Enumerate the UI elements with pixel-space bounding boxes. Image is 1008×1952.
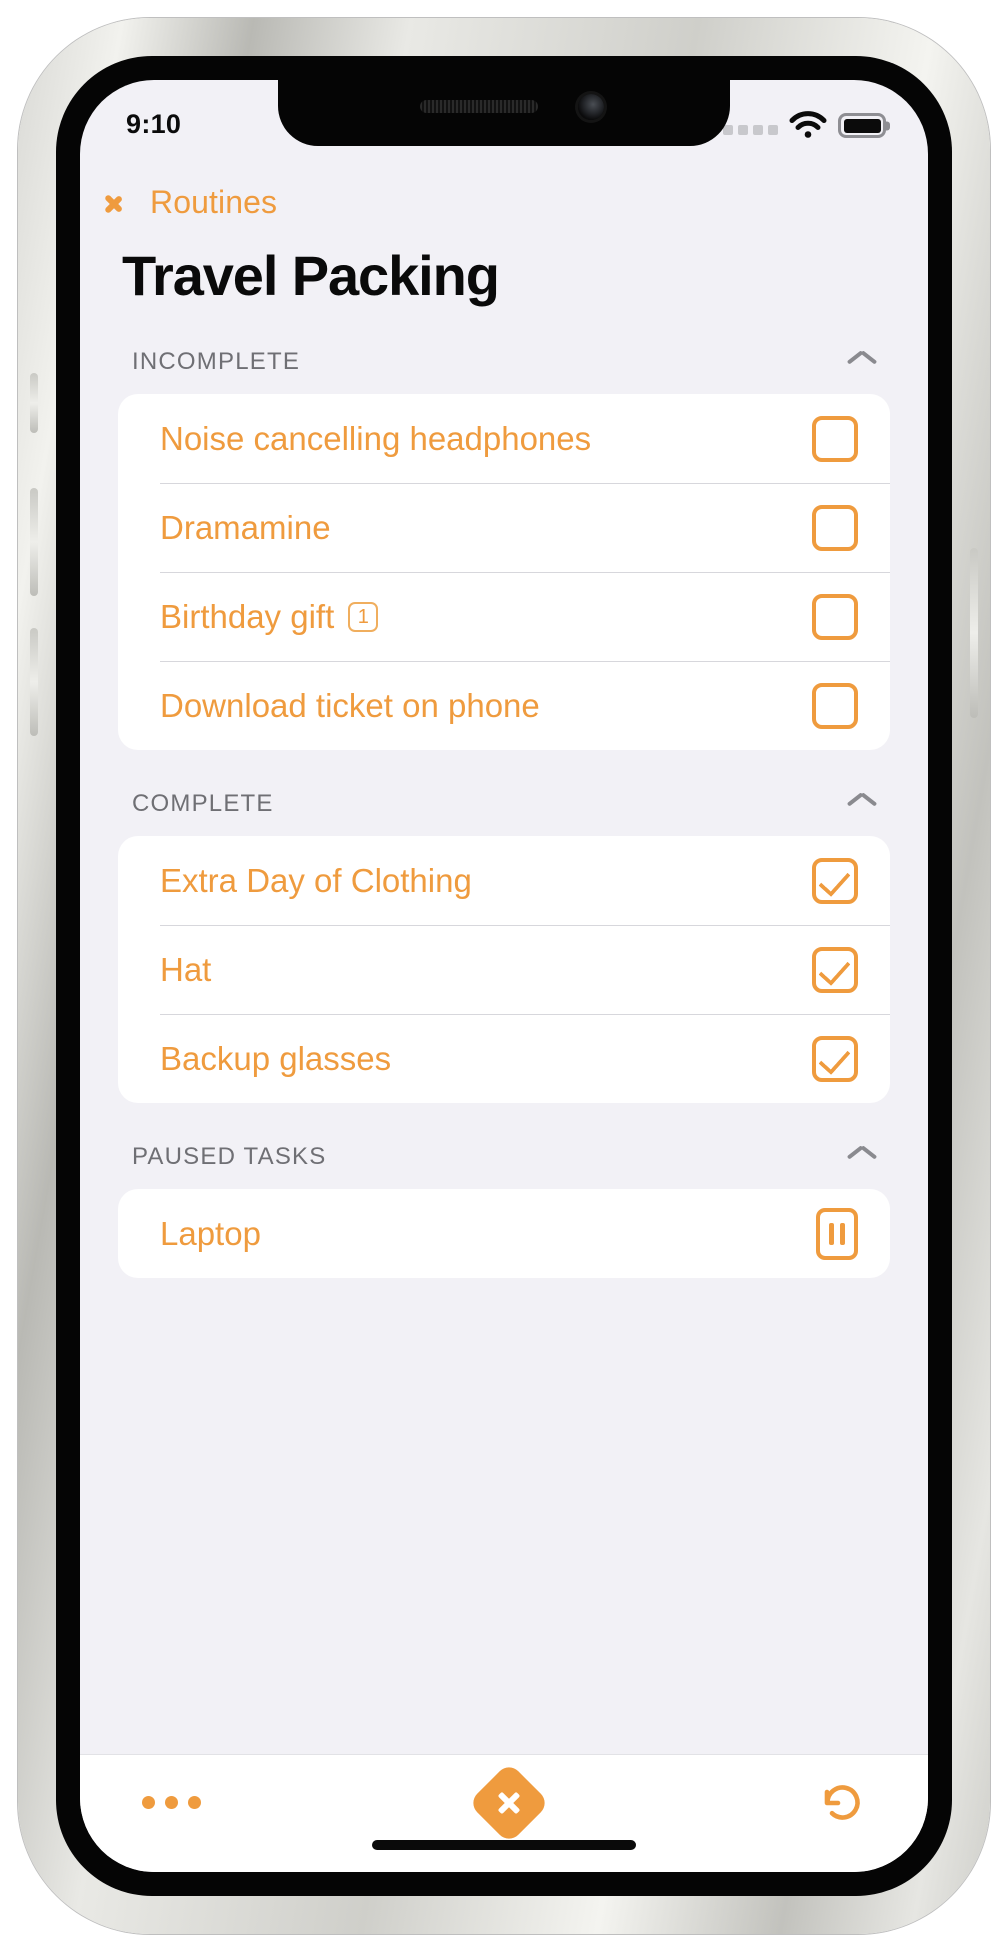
task-checkbox-unchecked[interactable] xyxy=(812,682,858,729)
notch xyxy=(278,80,730,146)
task-checkbox-checked[interactable] xyxy=(812,857,858,904)
mute-switch[interactable] xyxy=(30,373,38,433)
task-card-paused: Laptop xyxy=(118,1189,890,1278)
back-button[interactable]: Routines xyxy=(80,154,928,221)
power-button[interactable] xyxy=(970,548,978,718)
earpiece-speaker-icon xyxy=(420,100,538,113)
front-camera-icon xyxy=(578,94,604,120)
section-header-incomplete[interactable]: INCOMPLETE xyxy=(80,342,928,382)
list-item[interactable]: Extra Day of Clothing xyxy=(118,836,890,925)
section-paused-tasks: PAUSED TASKS Laptop xyxy=(80,1137,928,1278)
section-title: COMPLETE xyxy=(132,790,274,817)
wifi-icon xyxy=(789,111,827,138)
task-card-complete: Extra Day of Clothing Hat Backup glasses xyxy=(118,836,890,1103)
section-header-complete[interactable]: COMPLETE xyxy=(80,784,928,824)
task-label: Noise cancelling headphones xyxy=(160,419,592,457)
section-header-paused-tasks[interactable]: PAUSED TASKS xyxy=(80,1137,928,1177)
task-label: Laptop xyxy=(160,1214,261,1252)
section-incomplete: INCOMPLETE Noise cancelling headphones D… xyxy=(80,342,928,750)
task-checkbox-unchecked[interactable] xyxy=(812,593,858,640)
task-label: Extra Day of Clothing xyxy=(160,861,472,899)
section-complete: COMPLETE Extra Day of Clothing Hat Backu… xyxy=(80,784,928,1103)
list-item[interactable]: Hat xyxy=(118,925,890,1014)
task-count-badge: 1 xyxy=(348,601,379,632)
list-item[interactable]: Download ticket on phone xyxy=(118,661,890,750)
task-label: Download ticket on phone xyxy=(160,686,540,724)
task-label: Hat xyxy=(160,950,212,988)
list-item[interactable]: Laptop xyxy=(118,1189,890,1278)
chevron-up-icon[interactable] xyxy=(848,1149,876,1165)
home-indicator[interactable] xyxy=(372,1840,636,1850)
phone-screen: 9:10 Routines Travel Packing INCOMPLETE … xyxy=(80,80,928,1872)
phone-frame: 9:10 Routines Travel Packing INCOMPLETE … xyxy=(18,18,990,1934)
status-indicators xyxy=(723,110,890,138)
chevron-up-icon[interactable] xyxy=(848,796,876,812)
page-title: Travel Packing xyxy=(122,244,500,307)
chevron-left-icon xyxy=(118,186,138,220)
task-label: Birthday gift xyxy=(160,597,335,635)
plus-diamond-icon[interactable] xyxy=(467,1761,550,1844)
list-item[interactable]: Backup glasses xyxy=(118,1014,890,1103)
battery-full-icon xyxy=(838,113,890,138)
volume-down-button[interactable] xyxy=(30,628,38,736)
phone-body: 9:10 Routines Travel Packing INCOMPLETE … xyxy=(56,56,952,1896)
bottom-toolbar xyxy=(80,1754,928,1872)
task-label: Backup glasses xyxy=(160,1039,392,1077)
task-checkbox-checked[interactable] xyxy=(812,1035,858,1082)
undo-arrow-icon[interactable] xyxy=(816,1778,866,1828)
list-item[interactable]: Noise cancelling headphones xyxy=(118,394,890,483)
task-card-incomplete: Noise cancelling headphones Dramamine Bi… xyxy=(118,394,890,750)
task-label: Dramamine xyxy=(160,508,331,546)
status-time: 9:10 xyxy=(126,108,182,139)
pause-icon[interactable] xyxy=(816,1207,858,1260)
ellipsis-icon[interactable] xyxy=(142,1796,201,1809)
list-item[interactable]: Birthday gift 1 xyxy=(118,572,890,661)
section-title: INCOMPLETE xyxy=(132,348,301,375)
chevron-up-icon[interactable] xyxy=(848,354,876,370)
task-checkbox-checked[interactable] xyxy=(812,946,858,993)
back-button-label: Routines xyxy=(150,184,278,220)
signal-dots-icon xyxy=(723,125,778,138)
task-checkbox-unchecked[interactable] xyxy=(812,415,858,462)
main-content: Routines Travel Packing INCOMPLETE Noise… xyxy=(80,154,928,1754)
task-checkbox-unchecked[interactable] xyxy=(812,504,858,551)
section-title: PAUSED TASKS xyxy=(132,1143,327,1170)
list-item[interactable]: Dramamine xyxy=(118,483,890,572)
volume-up-button[interactable] xyxy=(30,488,38,596)
